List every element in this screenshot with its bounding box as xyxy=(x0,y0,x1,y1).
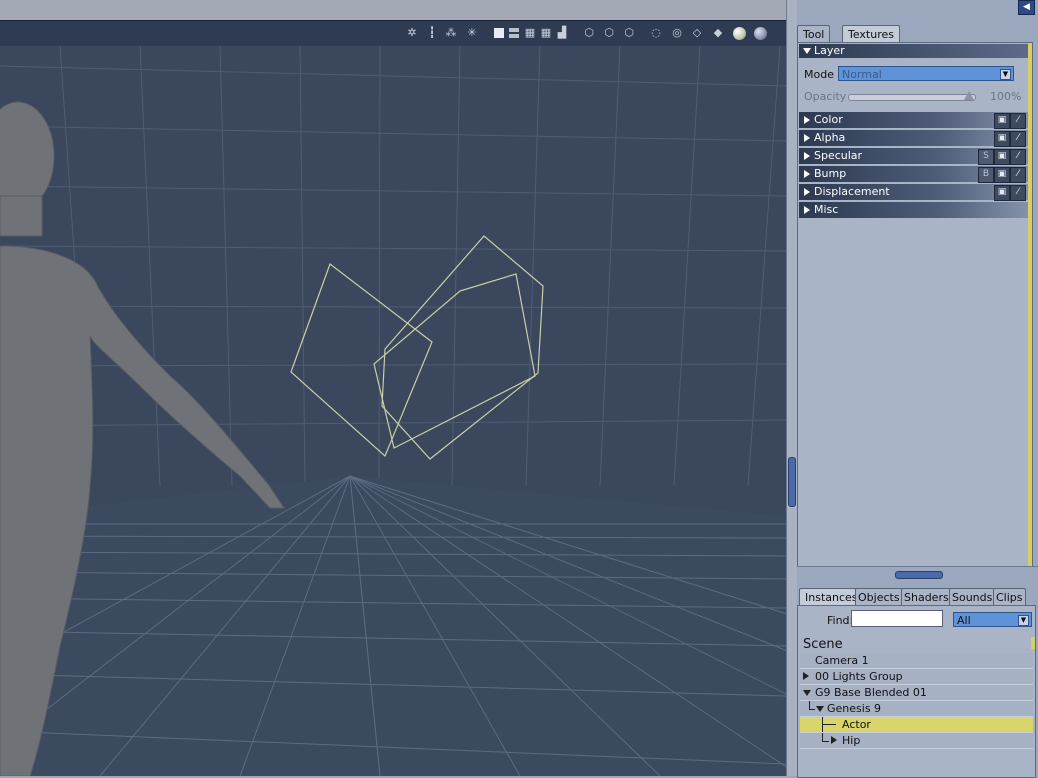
section-displacement[interactable]: Displacement ▣ ⁄ xyxy=(799,184,1029,201)
layout-single-icon[interactable] xyxy=(492,26,506,40)
tree-item-lights-group[interactable]: 00 Lights Group xyxy=(800,669,1033,685)
magic-wand-icon[interactable]: ⁄ xyxy=(1010,131,1026,147)
layout-two-icon[interactable] xyxy=(507,26,521,40)
horizontal-splitter[interactable] xyxy=(797,566,1038,584)
image-icon[interactable]: ▣ xyxy=(994,149,1010,165)
filter-select[interactable]: All ▼ xyxy=(953,612,1032,627)
tree-scroll-indicator xyxy=(1031,637,1035,649)
display-mode-3-icon[interactable]: ⬡ xyxy=(622,26,636,40)
chevron-down-icon: ▼ xyxy=(1000,69,1011,80)
section-alpha[interactable]: Alpha ▣ ⁄ xyxy=(799,130,1029,147)
tab-textures[interactable]: Textures xyxy=(842,25,900,43)
tab-objects[interactable]: Objects xyxy=(855,588,903,606)
slider-thumb[interactable] xyxy=(964,91,974,100)
spider-icon[interactable]: ⁂ xyxy=(444,26,458,40)
section-specular[interactable]: Specular S ▣ ⁄ xyxy=(799,148,1029,165)
chevron-down-icon[interactable] xyxy=(816,706,824,712)
layer-section-header[interactable]: Layer xyxy=(799,44,1029,58)
chevron-right-icon xyxy=(804,188,810,196)
tree-item-actor[interactable]: Actor xyxy=(800,717,1033,733)
shading-outline-icon[interactable]: ◌ xyxy=(649,26,663,40)
shading-smooth-icon[interactable] xyxy=(732,26,746,40)
image-icon[interactable]: ▣ xyxy=(994,167,1010,183)
find-label: Find: xyxy=(827,614,854,627)
tab-clips[interactable]: Clips xyxy=(993,588,1026,606)
chevron-down-icon: ▼ xyxy=(1018,615,1029,626)
chevron-right-icon xyxy=(804,152,810,160)
image-icon[interactable]: ▣ xyxy=(994,113,1010,129)
chevron-right-icon xyxy=(804,206,810,214)
shading-flat-icon[interactable]: ◆ xyxy=(711,26,725,40)
chevron-down-icon[interactable] xyxy=(803,690,811,696)
vertical-splitter-grip[interactable] xyxy=(788,457,796,507)
mode-select[interactable]: Normal ▼ xyxy=(838,66,1014,81)
chevron-down-icon xyxy=(803,48,811,54)
tab-tool[interactable]: Tool xyxy=(797,25,831,43)
layout-custom-icon[interactable]: ▟ xyxy=(555,26,569,40)
mode-label: Mode xyxy=(804,68,834,81)
chevron-right-icon[interactable] xyxy=(831,736,837,744)
3d-viewport[interactable] xyxy=(0,46,786,776)
shading-dotted-icon[interactable]: ◎ xyxy=(670,26,684,40)
magic-wand-icon[interactable]: ⁄ xyxy=(1010,167,1026,183)
section-color[interactable]: Color ▣ ⁄ xyxy=(799,112,1029,129)
shading-wire-icon[interactable]: ◇ xyxy=(690,26,704,40)
bump-badge[interactable]: B xyxy=(978,167,994,183)
layout-three-icon[interactable]: ▦ xyxy=(523,26,537,40)
tree-item-g9-base[interactable]: G9 Base Blended 01 xyxy=(800,685,1033,701)
panel-scrollbar[interactable] xyxy=(1028,43,1032,566)
instances-panel: Find: All ▼ Scene Camera 1 00 Lights Gro… xyxy=(797,605,1036,778)
tab-shaders[interactable]: Shaders xyxy=(901,588,952,606)
tree-item-hip[interactable]: Hip xyxy=(800,733,1033,749)
specular-badge[interactable]: S xyxy=(978,149,994,165)
tab-sounds[interactable]: Sounds xyxy=(949,588,996,606)
chevron-right-icon xyxy=(804,170,810,178)
opacity-label: Opacity xyxy=(804,90,847,103)
section-bump[interactable]: Bump B ▣ ⁄ xyxy=(799,166,1029,183)
opacity-slider[interactable] xyxy=(848,91,976,101)
magic-wand-icon[interactable]: ⁄ xyxy=(1010,185,1026,201)
viewport-toolbar: ✲ ┇ ⁂ ✳ ▦ ▦ ▟ ⬡ ⬡ ⬡ ◌ ◎ ◇ ◆ xyxy=(0,20,787,47)
textures-panel: Layer Mode Normal ▼ Opacity 100% Color ▣… xyxy=(797,42,1033,567)
section-misc[interactable]: Misc xyxy=(799,202,1029,218)
chevron-right-icon[interactable] xyxy=(803,672,809,680)
chevron-right-icon xyxy=(804,116,810,124)
image-icon[interactable]: ▣ xyxy=(994,185,1010,201)
find-input[interactable] xyxy=(851,610,943,627)
opacity-value: 100% xyxy=(990,90,1022,103)
tab-instances[interactable]: Instances xyxy=(799,588,864,606)
tree-item-camera[interactable]: Camera 1 xyxy=(800,653,1033,669)
title-strip xyxy=(0,0,787,20)
horizontal-splitter-grip[interactable] xyxy=(895,571,943,579)
tree-item-genesis-9[interactable]: Genesis 9 xyxy=(800,701,1033,717)
right-panel: ◀ Tool Textures Layer Mode Normal ▼ Opac… xyxy=(797,0,1038,778)
image-icon[interactable]: ▣ xyxy=(994,131,1010,147)
pin-icon[interactable]: ┇ xyxy=(425,26,439,40)
pose-icon[interactable]: ✳ xyxy=(465,26,479,40)
magic-wand-icon[interactable]: ⁄ xyxy=(1010,113,1026,129)
layout-four-icon[interactable]: ▦ xyxy=(539,26,553,40)
lights-icon[interactable]: ✲ xyxy=(405,26,419,40)
arrow-left-icon[interactable]: ◀ xyxy=(1018,0,1035,15)
shading-texture-icon[interactable] xyxy=(753,26,767,40)
chevron-right-icon xyxy=(804,134,810,142)
display-mode-1-icon[interactable]: ⬡ xyxy=(582,26,596,40)
magic-wand-icon[interactable]: ⁄ xyxy=(1010,149,1026,165)
scene-root[interactable]: Scene xyxy=(803,637,843,652)
vertical-splitter[interactable] xyxy=(786,0,797,776)
viewport-canvas xyxy=(0,46,786,776)
display-mode-2-icon[interactable]: ⬡ xyxy=(602,26,616,40)
